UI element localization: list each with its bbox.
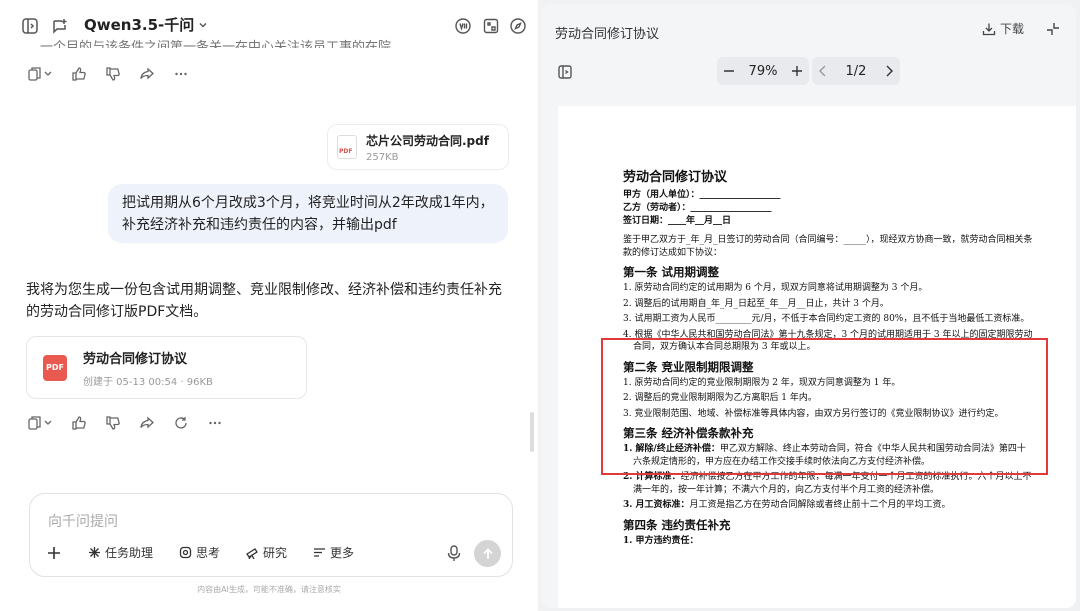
zoom-control: 79% xyxy=(717,57,809,85)
assistant-reply: 我将为您生成一份包含试用期调整、竞业限制修改、经济补偿和违约责任补充的劳动合同修… xyxy=(26,282,502,320)
page-indicator: 1/2 xyxy=(845,63,867,79)
doc-title: 劳动合同修订协议 xyxy=(623,170,728,185)
chat-header: Qwen3.5-千问 一个目的与该条件之间第一条关一在中心关注该员工事的在院中 xyxy=(0,0,538,50)
zoom-out-icon[interactable] xyxy=(723,65,735,77)
model-selector[interactable]: Qwen3.5-千问 xyxy=(84,14,208,35)
arrow-up-icon xyxy=(482,547,494,560)
doc-party-a: 甲方（用人单位）：__________________ xyxy=(623,190,781,200)
chevron-left-icon[interactable] xyxy=(818,65,828,77)
download-icon xyxy=(982,22,996,36)
chat-input[interactable]: 向千问提问 xyxy=(48,511,118,531)
chat-input-box: 向千问提问 任务助理 思考 研究 更多 xyxy=(29,493,513,577)
uploaded-file-card[interactable]: PDF 芯片公司劳动合同.pdf 257KB xyxy=(327,124,509,170)
add-icon[interactable] xyxy=(46,545,62,561)
think-button[interactable]: 思考 xyxy=(179,544,220,561)
sparkle-icon xyxy=(88,546,101,559)
model-name: Qwen3.5-千问 xyxy=(84,16,195,34)
sidebar-toggle-icon[interactable] xyxy=(20,16,40,36)
viewer-title: 劳动合同修订协议 xyxy=(555,27,660,42)
thumbs-down-icon[interactable] xyxy=(104,65,122,83)
pdf-file-icon: PDF xyxy=(337,135,357,159)
chevron-down-icon xyxy=(198,20,208,30)
doc-section-title: 第一条 试用期调整 xyxy=(623,265,720,279)
regenerate-icon[interactable] xyxy=(172,414,190,432)
highlight-box xyxy=(601,338,1048,475)
ai-disclaimer: 内容由AI生成，可能不准确，请注意核实 xyxy=(197,585,341,594)
generated-file-card[interactable]: PDF 劳动合同修订协议 创建于 05-13 00:54 · 96KB xyxy=(26,336,307,399)
doc-item: 2. 调整后的试用期自_年_月_日起至_年__月__日止，共计 3 个月。 xyxy=(623,298,889,309)
uploaded-file-name: 芯片公司劳动合同.pdf xyxy=(366,133,489,148)
chevron-right-icon[interactable] xyxy=(884,65,894,77)
thumbs-down-icon[interactable] xyxy=(104,414,122,432)
pdf-file-icon: PDF xyxy=(43,354,67,381)
menu-lines-icon xyxy=(313,546,326,559)
doc-item: 3. 月工资标准：月工资是指乙方在劳动合同解除或者终止前十二个月的平均工资。 xyxy=(623,500,951,510)
doc-item: 1. 原劳动合同约定的试用期为 6 个月，现双方同意将试用期调整为 3 个月。 xyxy=(623,283,928,293)
user-message: 把试用期从6个月改成3个月，将竞业时间从2年改成1年内，补充经济补充和违约责任的… xyxy=(108,184,508,243)
thumbs-up-icon[interactable] xyxy=(70,65,88,83)
translate-icon[interactable] xyxy=(453,16,473,36)
copy-icon[interactable] xyxy=(28,65,54,83)
input-toolbar: 任务助理 思考 研究 更多 xyxy=(46,544,354,561)
telescope-icon xyxy=(246,546,259,559)
send-button[interactable] xyxy=(474,540,501,567)
generated-file-meta: 创建于 05-13 00:54 · 96KB xyxy=(83,376,213,388)
more-icon[interactable] xyxy=(206,414,224,432)
message-actions xyxy=(28,414,224,432)
collapse-icon[interactable] xyxy=(1044,20,1062,38)
image-icon[interactable] xyxy=(481,16,501,36)
doc-sign-date: 签订日期：____年__月__日 xyxy=(623,216,732,226)
message-actions xyxy=(28,65,190,83)
chat-panel: Qwen3.5-千问 一个目的与该条件之间第一条关一在中心关注该员工事的在院中 xyxy=(0,0,538,611)
doc-item: 3. 试用期工资为人民币________元/月，不低于本合同约定工资的 80%，… xyxy=(623,314,1030,324)
generated-file-name: 劳动合同修订协议 xyxy=(83,351,188,367)
zoom-level: 79% xyxy=(748,63,778,79)
research-button[interactable]: 研究 xyxy=(246,544,287,561)
doc-section-title: 第四条 违约责任补充 xyxy=(623,517,731,532)
chat-scrollbar[interactable] xyxy=(530,412,534,452)
more-button[interactable]: 更多 xyxy=(313,544,354,561)
compass-icon[interactable] xyxy=(508,16,528,36)
doc-party-b: 乙方（劳动者）：__________________ xyxy=(623,203,772,213)
share-icon[interactable] xyxy=(138,65,156,83)
brain-icon xyxy=(179,546,192,559)
more-icon[interactable] xyxy=(172,65,190,83)
doc-intro: 鉴于甲乙双方于_年_月_日签订的劳动合同（合同编号：_____），现经双方协商一… xyxy=(623,235,1033,258)
task-assistant-button[interactable]: 任务助理 xyxy=(88,544,153,561)
truncated-previous-text: 一个目的与该条件之间第一条关一在中心关注该员工事的在院中 xyxy=(40,40,392,48)
copy-icon[interactable] xyxy=(28,414,54,432)
thumbnail-panel-icon[interactable] xyxy=(557,64,573,80)
new-chat-icon[interactable] xyxy=(50,16,70,36)
doc-item: 1. 甲方违约责任： xyxy=(623,535,699,546)
uploaded-file-size: 257KB xyxy=(366,151,399,163)
page-control: 1/2 xyxy=(812,57,900,85)
pdf-viewer-panel: 劳动合同修订协议 下载 79% 1/2 劳动合同修订协议 甲方（用人单位）：__… xyxy=(541,4,1076,608)
share-icon[interactable] xyxy=(138,414,156,432)
microphone-icon[interactable] xyxy=(444,543,464,563)
download-button[interactable]: 下载 xyxy=(982,20,1024,37)
thumbs-up-icon[interactable] xyxy=(70,414,88,432)
zoom-in-icon[interactable] xyxy=(791,65,803,77)
